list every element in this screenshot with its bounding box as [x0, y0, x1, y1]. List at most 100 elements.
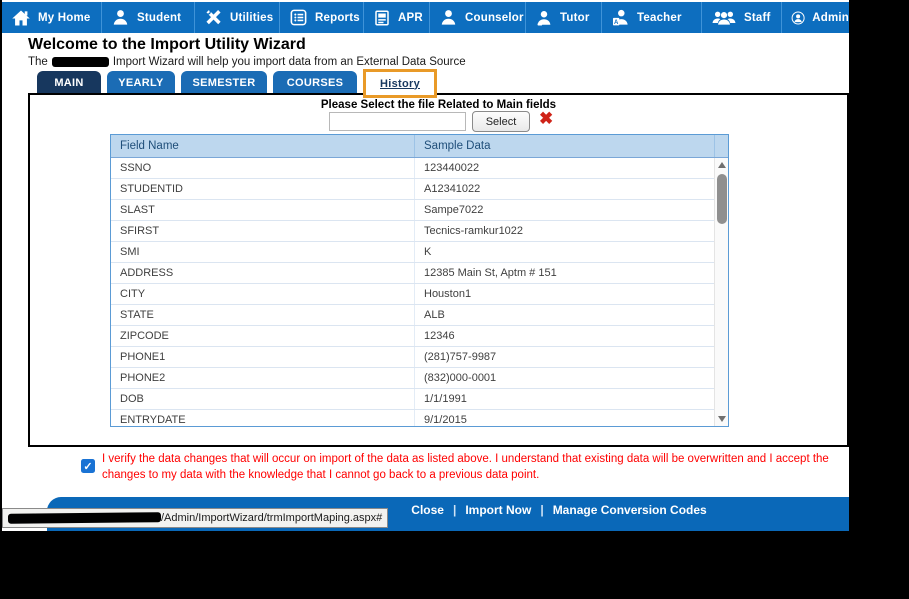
sample-data-cell: 12385 Main St, Aptm # 151	[424, 267, 557, 279]
table-body: SSNO 123440022 STUDENTID A12341022 SLAST Samp…	[111, 158, 714, 426]
table-row[interactable]: PHONE2 (832)000-0001	[111, 368, 714, 389]
table-row[interactable]: SMI K	[111, 242, 714, 263]
import-now-button[interactable]: Import Now	[465, 503, 531, 517]
nav-label: APR	[398, 11, 423, 24]
table-row[interactable]: SFIRST Tecnics-ramkur1022	[111, 221, 714, 242]
field-name-cell: ADDRESS	[111, 263, 415, 283]
field-name-cell: STATE	[111, 305, 415, 325]
table-scrollbar[interactable]	[714, 158, 728, 426]
sample-data-cell: (281)757-9987	[424, 351, 497, 363]
table-row[interactable]: SLAST Sampe7022	[111, 200, 714, 221]
field-mapping-table: Field Name Sample Data SSNO 123440022 STUD…	[110, 134, 729, 427]
nav-item-utilities[interactable]: Utilities	[195, 2, 280, 33]
tab-main[interactable]: MAIN	[37, 71, 101, 94]
field-name-cell: SFIRST	[111, 221, 415, 241]
page-subtitle: The Import Wizard will help you import d…	[28, 56, 466, 68]
red-x-icon[interactable]: ✖	[539, 109, 553, 129]
column-header-sample-data: Sample Data	[424, 140, 491, 152]
nav-item-admin[interactable]: Admin	[782, 2, 849, 33]
nav-label: Utilities	[230, 11, 274, 24]
sample-data-cell: A12341022	[424, 183, 481, 195]
person-icon	[441, 10, 456, 25]
sample-data-cell: Tecnics-ramkur1022	[424, 225, 524, 237]
redaction-mark	[51, 57, 109, 67]
field-name-cell: PHONE2	[111, 368, 415, 388]
field-name-cell: SLAST	[111, 200, 415, 220]
import-wizard-window: My Home Student Utilities Reports APR Co…	[2, 0, 849, 531]
subtitle-prefix: The	[28, 56, 48, 68]
nav-label: Counselor	[465, 11, 524, 24]
select-file-button[interactable]: Select	[472, 111, 530, 132]
student-icon	[113, 10, 128, 25]
table-row[interactable]: ENTRYDATE 9/1/2015	[111, 410, 714, 426]
sample-data-cell: 9/1/2015	[424, 414, 467, 426]
table-header-row: Field Name Sample Data	[111, 135, 728, 158]
sample-data-cell: K	[424, 246, 432, 258]
wizard-tabs: MAIN YEARLY SEMESTER COURSES History	[37, 69, 437, 98]
nav-item-teacher[interactable]: A Teacher	[602, 2, 702, 33]
field-name-cell: ENTRYDATE	[111, 410, 415, 426]
journal-icon	[375, 10, 389, 25]
table-row[interactable]: DOB 1/1/1991	[111, 389, 714, 410]
nav-label: Staff	[744, 11, 771, 24]
field-name-cell: CITY	[111, 284, 415, 304]
person-circle-icon	[791, 10, 805, 25]
nav-item-reports[interactable]: Reports	[280, 2, 364, 33]
manage-conversion-codes-button[interactable]: Manage Conversion Codes	[553, 503, 707, 517]
field-name-cell: DOB	[111, 389, 415, 409]
sample-data-cell: 1/1/1991	[424, 393, 467, 405]
nav-item-tutor[interactable]: Tutor	[526, 2, 602, 33]
sample-data-cell: 12346	[424, 330, 455, 342]
field-name-cell: ZIPCODE	[111, 326, 415, 346]
field-name-cell: SMI	[111, 242, 415, 262]
footer-divider: |	[540, 503, 544, 517]
table-row[interactable]: PHONE1 (281)757-9987	[111, 347, 714, 368]
people-group-icon	[712, 11, 736, 25]
svg-text:A: A	[614, 20, 619, 26]
table-row[interactable]: CITY Houston1	[111, 284, 714, 305]
tab-courses[interactable]: COURSES	[273, 71, 357, 94]
table-row[interactable]: STATE ALB	[111, 305, 714, 326]
nav-label: Admin	[812, 11, 849, 24]
nav-label: Student	[137, 11, 182, 24]
close-button[interactable]: Close	[411, 503, 444, 517]
nav-label: My Home	[38, 11, 91, 24]
scrollbar-thumb[interactable]	[717, 174, 727, 224]
scroll-down-icon[interactable]	[715, 412, 728, 426]
sample-data-cell: (832)000-0001	[424, 372, 497, 384]
file-path-input[interactable]	[329, 112, 466, 131]
home-icon	[12, 10, 30, 25]
verify-warning-text: I verify the data changes that will occu…	[102, 453, 829, 481]
status-url-tooltip: /Admin/ImportWizard/trmImportMaping.aspx…	[2, 508, 389, 528]
nav-label: Teacher	[637, 11, 682, 24]
scroll-up-icon[interactable]	[715, 158, 728, 172]
nav-item-counselor[interactable]: Counselor	[430, 2, 526, 33]
tab-yearly[interactable]: YEARLY	[107, 71, 175, 94]
field-name-cell: STUDENTID	[111, 179, 415, 199]
nav-label: Reports	[315, 11, 360, 24]
tab-semester[interactable]: SEMESTER	[181, 71, 267, 94]
nav-item-my-home[interactable]: My Home	[2, 2, 102, 33]
sample-data-cell: 123440022	[424, 162, 480, 174]
report-list-icon	[290, 9, 307, 26]
table-row[interactable]: ADDRESS 12385 Main St, Aptm # 151	[111, 263, 714, 284]
tab-history-highlight[interactable]: History	[363, 69, 437, 98]
status-url-text: /Admin/ImportWizard/trmImportMaping.aspx…	[161, 512, 383, 524]
table-row[interactable]: STUDENTID A12341022	[111, 179, 714, 200]
nav-label: Tutor	[560, 11, 590, 24]
sample-data-cell: Houston1	[424, 288, 472, 300]
scrollbar-header-spacer	[714, 135, 728, 157]
teacher-badge-icon: A	[612, 9, 628, 26]
nav-item-student[interactable]: Student	[102, 2, 195, 33]
verify-checkbox[interactable]: ✓	[81, 459, 95, 473]
nav-item-staff[interactable]: Staff	[702, 2, 782, 33]
column-header-field-name: Field Name	[111, 135, 415, 157]
nav-item-apr[interactable]: APR	[364, 2, 430, 33]
file-select-prompt: Please Select the file Related to Main f…	[320, 99, 557, 111]
footer-divider: |	[452, 503, 457, 517]
page-title: Welcome to the Import Utility Wizard	[28, 36, 306, 53]
tab-history[interactable]: History	[366, 72, 434, 95]
table-row[interactable]: ZIPCODE 12346	[111, 326, 714, 347]
table-row[interactable]: SSNO 123440022	[111, 158, 714, 179]
sample-data-cell: Sampe7022	[424, 204, 484, 216]
